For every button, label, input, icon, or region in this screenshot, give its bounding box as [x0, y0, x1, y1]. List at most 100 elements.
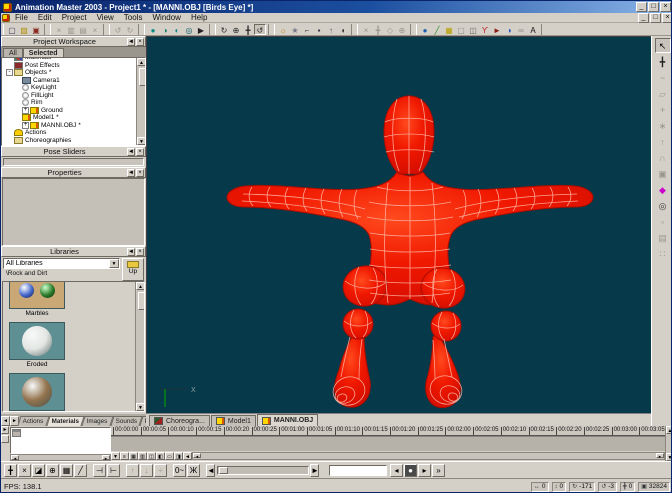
library-scrollbar[interactable]: ▲ ▼: [135, 282, 144, 411]
doc-tab-manni-obj[interactable]: MANNI.OBJ: [256, 414, 319, 426]
translate-manipulator-icon[interactable]: ⊕: [46, 463, 59, 477]
panel-collapse-icon[interactable]: ◄: [127, 147, 135, 156]
library-dropdown[interactable]: All Libraries ▼: [3, 258, 120, 269]
scroll-right-icon[interactable]: ►: [656, 453, 664, 459]
foot-left[interactable]: [334, 332, 371, 408]
timeline-item-list[interactable]: [10, 427, 111, 454]
panel-close-icon[interactable]: ×: [136, 37, 144, 46]
minimize-button[interactable]: _: [636, 2, 647, 12]
save-file-icon[interactable]: ▣: [30, 23, 42, 35]
library-item-mud[interactable]: Mud: [7, 373, 67, 411]
rotate-manipulator-icon[interactable]: ◪: [32, 463, 45, 477]
timeline-view-button[interactable]: ▦: [129, 452, 138, 460]
timeline-view-button[interactable]: ≡: [120, 452, 129, 460]
scroll-thumb[interactable]: [138, 292, 144, 310]
panel-close-icon[interactable]: ×: [136, 168, 144, 177]
menu-view[interactable]: View: [92, 13, 119, 22]
scroll-down-icon[interactable]: ▼: [137, 137, 145, 145]
library-item-eroded[interactable]: Eroded: [7, 322, 67, 369]
render-bound-icon[interactable]: ●: [147, 23, 159, 35]
tree-item-rim[interactable]: Rim: [2, 99, 136, 107]
menu-window[interactable]: Window: [147, 13, 185, 22]
timeline-view-button[interactable]: ▭: [165, 452, 174, 460]
doc-tab-model1[interactable]: Model1: [210, 415, 256, 426]
prev-keyframe-icon[interactable]: ⊣: [93, 463, 106, 477]
scroll-up-icon[interactable]: ▲: [666, 426, 671, 434]
tab-all[interactable]: All: [3, 48, 23, 57]
tree-item-filllight[interactable]: FillLight: [2, 91, 136, 100]
tree-scrollbar[interactable]: ▲ ▼: [136, 58, 145, 145]
panel-collapse-icon[interactable]: ◄: [127, 247, 135, 256]
timeline-ruler[interactable]: 00:00:00 00:00:05 00:00:10 00:00:15 00:00:20…: [111, 426, 665, 436]
draw-mode-icon[interactable]: ╱: [431, 23, 443, 35]
skeletal-mode-icon[interactable]: ╱: [74, 463, 87, 477]
record-key-icon[interactable]: ●: [404, 463, 417, 477]
scroll-thumb[interactable]: [139, 68, 145, 86]
jump-end-icon[interactable]: »: [432, 463, 445, 477]
timeline-track[interactable]: [111, 436, 665, 451]
timeline-view-button[interactable]: ◄: [183, 452, 192, 460]
tab-materials[interactable]: Materials: [46, 416, 85, 426]
tab-scroll-left-icon[interactable]: ◄: [1, 416, 10, 426]
play-range-icon[interactable]: ►: [491, 23, 503, 35]
scroll-left-icon[interactable]: ◄: [11, 455, 19, 461]
viewport[interactable]: X: [146, 36, 651, 413]
frame-input[interactable]: [329, 464, 387, 476]
group-tool-icon[interactable]: ╋: [654, 54, 671, 69]
panel-collapse-icon[interactable]: ◄: [127, 168, 135, 177]
panel-collapse-icon[interactable]: ◄: [127, 37, 135, 46]
normals-tool-icon[interactable]: ◎: [654, 198, 671, 213]
scroll-up-icon[interactable]: ▲: [137, 58, 145, 66]
expander-icon[interactable]: -: [6, 69, 13, 77]
figure-mode-icon[interactable]: ϒ: [479, 23, 491, 35]
step-back-icon[interactable]: ◂: [390, 463, 403, 477]
timeline-view-button[interactable]: ▥: [138, 452, 147, 460]
mannequin-model[interactable]: X: [147, 37, 652, 414]
timeline-view-button[interactable]: ▼: [111, 452, 120, 460]
menu-edit[interactable]: Edit: [33, 13, 57, 22]
key-filter-icon[interactable]: ▦: [60, 463, 73, 477]
sound-toggle-icon[interactable]: ◖: [337, 23, 349, 35]
scale-manipulator-icon[interactable]: ×: [18, 463, 31, 477]
refresh-view-icon[interactable]: ↺: [254, 23, 266, 35]
child-minimize-button[interactable]: _: [638, 12, 649, 23]
tree-item-choreographies[interactable]: Choreographies: [2, 136, 136, 145]
panel-close-icon[interactable]: ×: [136, 147, 144, 156]
key-light-icon[interactable]: ☼: [277, 23, 289, 35]
frame-slider[interactable]: [217, 465, 309, 475]
new-file-icon[interactable]: ▢: [6, 23, 18, 35]
move-view-icon[interactable]: ╋: [242, 23, 254, 35]
tree-item-model1[interactable]: Model1 *: [2, 114, 136, 122]
scroll-left-icon[interactable]: ◄: [193, 453, 201, 459]
scroll-down-icon[interactable]: ▼: [666, 453, 671, 461]
expander-icon[interactable]: +: [22, 106, 29, 114]
slider-right-icon[interactable]: ►: [310, 463, 319, 477]
timeline-scrollbar[interactable]: ◄ ►: [192, 452, 665, 460]
foot-right[interactable]: [425, 333, 461, 408]
timeline-filter-icon[interactable]: [12, 429, 21, 437]
tree-item-post-effects[interactable]: Post Effects: [2, 61, 136, 70]
grid-toggle-icon[interactable]: ▦: [443, 23, 455, 35]
timeline-view-button[interactable]: ◨: [174, 452, 183, 460]
menu-file[interactable]: File: [10, 13, 33, 22]
menu-help[interactable]: Help: [186, 13, 212, 22]
tab-selected[interactable]: Selected: [22, 48, 64, 57]
child-close-button[interactable]: ×: [662, 12, 671, 23]
progressive-render-icon[interactable]: ▶: [195, 23, 207, 35]
panel-close-icon[interactable]: ×: [136, 247, 144, 256]
show-manipulators-icon[interactable]: ⌐: [301, 23, 313, 35]
turn-view-icon[interactable]: ↻: [218, 23, 230, 35]
group-mode-icon[interactable]: ◫: [467, 23, 479, 35]
menu-tools[interactable]: Tools: [119, 13, 148, 22]
select-tool-icon[interactable]: ↖: [654, 38, 671, 53]
tree-item-keylight[interactable]: KeyLight: [2, 84, 136, 92]
render-final-icon[interactable]: ◎: [183, 23, 195, 35]
slider-thumb[interactable]: [219, 466, 228, 474]
show-decals-icon[interactable]: ▪: [313, 23, 325, 35]
timeline-split-icon[interactable]: [1, 435, 9, 443]
scroll-right-icon[interactable]: ►: [102, 455, 110, 461]
expander-icon[interactable]: +: [22, 121, 29, 129]
tab-images[interactable]: Images: [81, 416, 114, 426]
tree-item-manni-obj[interactable]: + MANNI.OBJ *: [2, 121, 136, 130]
render-shaded-icon[interactable]: ◑: [159, 23, 171, 35]
